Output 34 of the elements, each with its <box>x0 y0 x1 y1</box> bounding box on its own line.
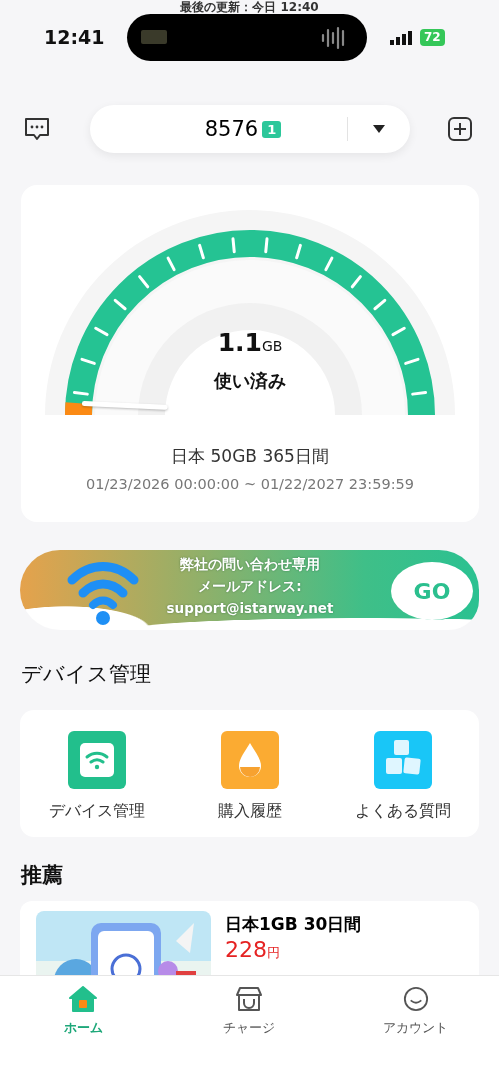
used-amount: 1.1GB <box>216 328 284 357</box>
device-count-badge: 1 <box>262 120 282 138</box>
tab[interactable]: アカウント <box>377 976 455 1038</box>
product-price: 228円 <box>225 938 281 964</box>
shop-icon <box>235 986 264 1012</box>
device-number: 8576 <box>204 117 259 141</box>
contact-text: 弊社の問い合わせ専用 <box>180 555 320 574</box>
account-icon <box>401 986 430 1012</box>
device-selector[interactable]: 8576 1 <box>89 105 410 153</box>
battery-level: 72 <box>420 29 445 46</box>
dropdown-caret-icon <box>371 124 386 134</box>
tab[interactable]: チャージ <box>217 976 282 1038</box>
menu-item[interactable]: よくある質問 <box>326 711 479 823</box>
section-title: 推薦 <box>21 862 64 889</box>
blocks-icon <box>373 731 432 789</box>
contact-text: メールアドレス: <box>198 577 302 596</box>
home-icon <box>69 986 98 1012</box>
menu-item[interactable]: 購入履歴 <box>173 711 326 823</box>
used-label: 使い済み <box>212 369 287 393</box>
wifi-icon <box>67 731 126 789</box>
product-card[interactable]: 日本1GB 30日間 228円 <box>20 901 479 977</box>
waveform-icon <box>321 25 347 51</box>
contact-text: support@istarway.net <box>166 599 334 618</box>
validity-period: 01/23/2026 00:00:00 ~ 01/22/2027 23:59:59 <box>85 476 415 492</box>
plan-name: 日本 50GB 365日間 <box>170 445 330 468</box>
add-icon[interactable] <box>447 116 473 142</box>
status-time: 12:41 <box>44 26 105 48</box>
last-updated-text: 最後の更新：今日 12:40 <box>179 0 320 14</box>
section-title: デバイス管理 <box>21 661 152 688</box>
drop-icon <box>220 731 279 789</box>
signal-icon <box>390 31 414 45</box>
thumbnail-icon <box>141 30 167 44</box>
product-name: 日本1GB 30日間 <box>225 913 362 936</box>
menu-item[interactable]: デバイス管理 <box>20 711 173 823</box>
